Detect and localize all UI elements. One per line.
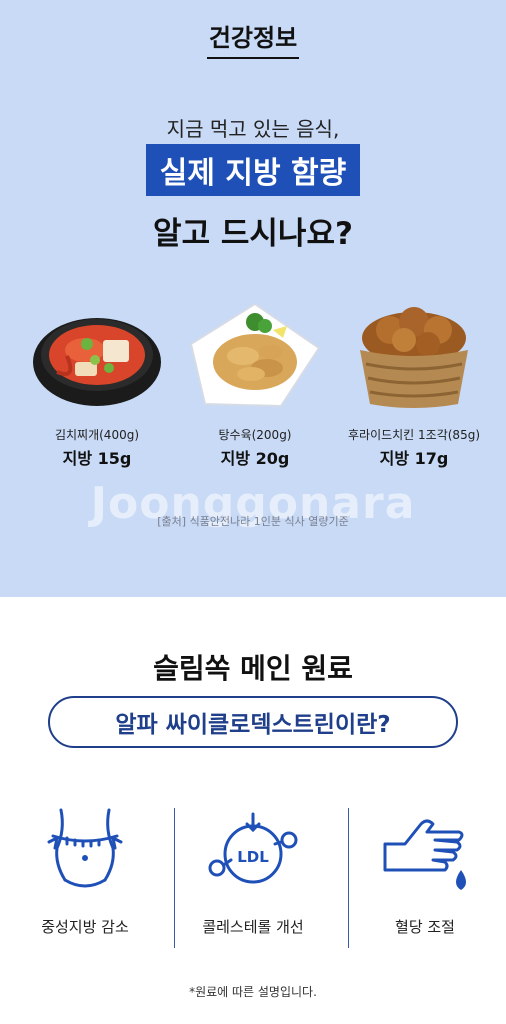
benefit-label: 중성지방 감소 — [41, 918, 129, 936]
ldl-text: LDL — [237, 848, 269, 866]
intro-question: 알고 드시나요? — [153, 216, 353, 252]
food-item: 탕수육(200g) 지방 20g — [175, 300, 335, 469]
sweet-sour-pork-icon — [185, 300, 325, 410]
health-info-section: 건강정보 지금 먹고 있는 음식, 실제 지방 함량 알고 드시나요? 김치찌개… — [0, 0, 506, 597]
kimchi-stew-icon — [27, 300, 167, 410]
food-name: 탕수육(200g) — [218, 428, 292, 442]
source-note: [출처] 식품안전나라 1인분 식사 열량기준 — [157, 515, 349, 528]
waist-measure-icon — [35, 800, 135, 900]
divider — [348, 808, 349, 948]
footnote: *원료에 따른 설명입니다. — [189, 985, 317, 999]
intro-lead: 지금 먹고 있는 음식, — [166, 117, 340, 141]
benefit-label: 콜레스테롤 개선 — [202, 918, 304, 936]
food-fat: 지방 15g — [62, 449, 132, 468]
ldl-molecule-icon: LDL — [203, 800, 303, 900]
benefit-label: 혈당 조절 — [395, 918, 455, 936]
benefit-item: 중성지방 감소 — [10, 800, 160, 937]
fried-chicken-icon — [344, 300, 484, 410]
benefit-item: LDL 콜레스테롤 개선 — [178, 800, 328, 937]
food-name: 김치찌개(400g) — [54, 428, 140, 442]
pill-text: 알파 싸이클로덱스트린이란? — [115, 712, 391, 738]
benefit-item: 혈당 조절 — [350, 800, 500, 937]
hand-drop-icon — [375, 800, 475, 900]
food-name: 후라이드치킨 1조각(85g) — [347, 428, 481, 442]
food-fat: 지방 17g — [379, 449, 449, 468]
ingredient-pill: 알파 싸이클로덱스트린이란? — [48, 696, 458, 748]
food-fat: 지방 20g — [220, 449, 290, 468]
ingredient-title: 슬림쏙 메인 원료 — [153, 652, 353, 685]
page-title: 건강정보 — [0, 18, 506, 59]
divider — [174, 808, 175, 948]
food-item: 김치찌개(400g) 지방 15g — [17, 300, 177, 469]
food-item: 후라이드치킨 1조각(85g) 지방 17g — [334, 300, 494, 469]
highlight-text: 실제 지방 함량 — [145, 144, 361, 196]
